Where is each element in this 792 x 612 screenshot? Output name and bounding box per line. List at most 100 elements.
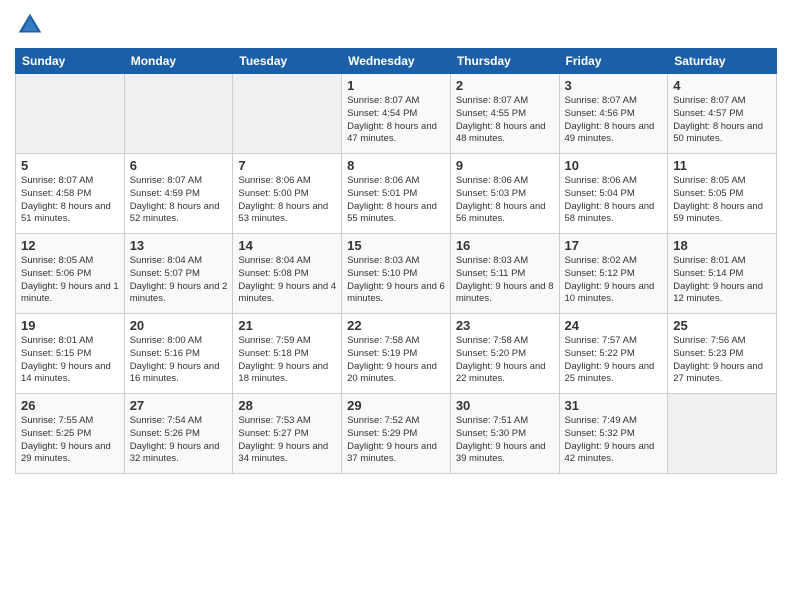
cell-content: Sunrise: 8:06 AMSunset: 5:04 PMDaylight:… (565, 175, 663, 226)
calendar-cell: 8Sunrise: 8:06 AMSunset: 5:01 PMDaylight… (342, 154, 451, 234)
calendar-cell: 16 Sunrise: 8:03 AMSunset: 5:11 PMDayligh… (450, 234, 559, 314)
day-number: 21 (238, 318, 336, 333)
cell-content: Sunrise: 8:06 AMSunset: 5:01 PMDaylight:… (347, 175, 445, 226)
calendar-cell: 1 Sunrise: 8:07 AMSunset: 4:54 PMDaylight… (342, 74, 451, 154)
cell-content: Sunrise: 8:07 AMSunset: 4:57 PMDaylight:… (673, 95, 771, 146)
day-number: 19 (21, 318, 119, 333)
calendar-table: SundayMondayTuesdayWednesdayThursdayFrid… (15, 48, 777, 474)
day-number: 26 (21, 398, 119, 413)
day-number: 25 (673, 318, 771, 333)
day-number: 10 (565, 158, 663, 173)
cell-content: Sunrise: 8:07 AMSunset: 4:54 PMDaylight:… (347, 95, 445, 146)
weekday-header: Wednesday (342, 49, 451, 74)
calendar-cell: 27 Sunrise: 7:54 AMSunset: 5:26 PMDayligh… (124, 394, 233, 474)
weekday-header: Sunday (16, 49, 125, 74)
calendar-week-row: 26 Sunrise: 7:55 AMSunset: 5:25 PMDayligh… (16, 394, 777, 474)
calendar-cell: 7Sunrise: 8:06 AMSunset: 5:00 PMDaylight… (233, 154, 342, 234)
day-number: 31 (565, 398, 663, 413)
cell-content: Sunrise: 8:06 AMSunset: 5:00 PMDaylight:… (238, 175, 336, 226)
calendar-cell: 4 Sunrise: 8:07 AMSunset: 4:57 PMDaylight… (668, 74, 777, 154)
day-number: 16 (456, 238, 554, 253)
day-number: 1 (347, 78, 445, 93)
cell-content: Sunrise: 7:55 AMSunset: 5:25 PMDaylight:… (21, 415, 119, 466)
day-number: 22 (347, 318, 445, 333)
weekday-header: Tuesday (233, 49, 342, 74)
cell-content: Sunrise: 7:58 AMSunset: 5:20 PMDaylight:… (456, 335, 554, 386)
cell-content: Sunrise: 7:58 AMSunset: 5:19 PMDaylight:… (347, 335, 445, 386)
cell-content: Sunrise: 8:07 AMSunset: 4:59 PMDaylight:… (130, 175, 228, 226)
calendar-cell: 11 Sunrise: 8:05 AMSunset: 5:05 PMDayligh… (668, 154, 777, 234)
calendar-body: 1 Sunrise: 8:07 AMSunset: 4:54 PMDaylight… (16, 74, 777, 474)
calendar-cell: 31 Sunrise: 7:49 AMSunset: 5:32 PMDayligh… (559, 394, 668, 474)
calendar-cell (668, 394, 777, 474)
day-number: 18 (673, 238, 771, 253)
calendar-cell: 18 Sunrise: 8:01 AMSunset: 5:14 PMDayligh… (668, 234, 777, 314)
weekday-header-row: SundayMondayTuesdayWednesdayThursdayFrid… (16, 49, 777, 74)
day-number: 27 (130, 398, 228, 413)
weekday-header: Monday (124, 49, 233, 74)
cell-content: Sunrise: 7:56 AMSunset: 5:23 PMDaylight:… (673, 335, 771, 386)
calendar-week-row: 12 Sunrise: 8:05 AMSunset: 5:06 PMDayligh… (16, 234, 777, 314)
cell-content: Sunrise: 7:53 AMSunset: 5:27 PMDaylight:… (238, 415, 336, 466)
calendar-cell: 20Sunrise: 8:00 AMSunset: 5:16 PMDayligh… (124, 314, 233, 394)
cell-content: Sunrise: 8:01 AMSunset: 5:14 PMDaylight:… (673, 255, 771, 306)
cell-content: Sunrise: 8:03 AMSunset: 5:10 PMDaylight:… (347, 255, 445, 306)
calendar-cell: 19 Sunrise: 8:01 AMSunset: 5:15 PMDayligh… (16, 314, 125, 394)
calendar-cell: 24Sunrise: 7:57 AMSunset: 5:22 PMDayligh… (559, 314, 668, 394)
day-number: 3 (565, 78, 663, 93)
cell-content: Sunrise: 8:04 AMSunset: 5:07 PMDaylight:… (130, 255, 228, 306)
calendar-cell: 29Sunrise: 7:52 AMSunset: 5:29 PMDayligh… (342, 394, 451, 474)
cell-content: Sunrise: 7:59 AMSunset: 5:18 PMDaylight:… (238, 335, 336, 386)
day-number: 23 (456, 318, 554, 333)
cell-content: Sunrise: 8:03 AMSunset: 5:11 PMDaylight:… (456, 255, 554, 306)
day-number: 14 (238, 238, 336, 253)
cell-content: Sunrise: 8:05 AMSunset: 5:06 PMDaylight:… (21, 255, 119, 306)
calendar-week-row: 1 Sunrise: 8:07 AMSunset: 4:54 PMDaylight… (16, 74, 777, 154)
calendar-cell: 17Sunrise: 8:02 AMSunset: 5:12 PMDayligh… (559, 234, 668, 314)
cell-content: Sunrise: 7:54 AMSunset: 5:26 PMDaylight:… (130, 415, 228, 466)
calendar-week-row: 5 Sunrise: 8:07 AMSunset: 4:58 PMDaylight… (16, 154, 777, 234)
page-container: SundayMondayTuesdayWednesdayThursdayFrid… (0, 0, 792, 484)
calendar-cell: 9Sunrise: 8:06 AMSunset: 5:03 PMDaylight… (450, 154, 559, 234)
day-number: 12 (21, 238, 119, 253)
calendar-cell (124, 74, 233, 154)
cell-content: Sunrise: 8:00 AMSunset: 5:16 PMDaylight:… (130, 335, 228, 386)
calendar-cell: 3 Sunrise: 8:07 AMSunset: 4:56 PMDaylight… (559, 74, 668, 154)
calendar-cell: 14 Sunrise: 8:04 AMSunset: 5:08 PMDayligh… (233, 234, 342, 314)
weekday-header: Saturday (668, 49, 777, 74)
calendar-cell: 23 Sunrise: 7:58 AMSunset: 5:20 PMDayligh… (450, 314, 559, 394)
logo-icon (15, 10, 45, 40)
day-number: 28 (238, 398, 336, 413)
day-number: 5 (21, 158, 119, 173)
day-number: 13 (130, 238, 228, 253)
calendar-cell (16, 74, 125, 154)
day-number: 4 (673, 78, 771, 93)
calendar-cell: 10 Sunrise: 8:06 AMSunset: 5:04 PMDayligh… (559, 154, 668, 234)
day-number: 29 (347, 398, 445, 413)
calendar-cell: 15Sunrise: 8:03 AMSunset: 5:10 PMDayligh… (342, 234, 451, 314)
calendar-cell: 25 Sunrise: 7:56 AMSunset: 5:23 PMDayligh… (668, 314, 777, 394)
day-number: 6 (130, 158, 228, 173)
logo (15, 10, 49, 40)
cell-content: Sunrise: 8:01 AMSunset: 5:15 PMDaylight:… (21, 335, 119, 386)
weekday-header: Friday (559, 49, 668, 74)
cell-content: Sunrise: 8:05 AMSunset: 5:05 PMDaylight:… (673, 175, 771, 226)
cell-content: Sunrise: 8:04 AMSunset: 5:08 PMDaylight:… (238, 255, 336, 306)
cell-content: Sunrise: 8:06 AMSunset: 5:03 PMDaylight:… (456, 175, 554, 226)
calendar-week-row: 19 Sunrise: 8:01 AMSunset: 5:15 PMDayligh… (16, 314, 777, 394)
calendar-cell: 5 Sunrise: 8:07 AMSunset: 4:58 PMDaylight… (16, 154, 125, 234)
cell-content: Sunrise: 8:07 AMSunset: 4:56 PMDaylight:… (565, 95, 663, 146)
day-number: 30 (456, 398, 554, 413)
calendar-cell: 30 Sunrise: 7:51 AMSunset: 5:30 PMDayligh… (450, 394, 559, 474)
calendar-cell: 12 Sunrise: 8:05 AMSunset: 5:06 PMDayligh… (16, 234, 125, 314)
calendar-cell: 21 Sunrise: 7:59 AMSunset: 5:18 PMDayligh… (233, 314, 342, 394)
cell-content: Sunrise: 8:07 AMSunset: 4:58 PMDaylight:… (21, 175, 119, 226)
cell-content: Sunrise: 7:51 AMSunset: 5:30 PMDaylight:… (456, 415, 554, 466)
cell-content: Sunrise: 7:49 AMSunset: 5:32 PMDaylight:… (565, 415, 663, 466)
cell-content: Sunrise: 8:02 AMSunset: 5:12 PMDaylight:… (565, 255, 663, 306)
cell-content: Sunrise: 8:07 AMSunset: 4:55 PMDaylight:… (456, 95, 554, 146)
weekday-header: Thursday (450, 49, 559, 74)
calendar-cell: 2Sunrise: 8:07 AMSunset: 4:55 PMDaylight… (450, 74, 559, 154)
header (15, 10, 777, 40)
day-number: 11 (673, 158, 771, 173)
